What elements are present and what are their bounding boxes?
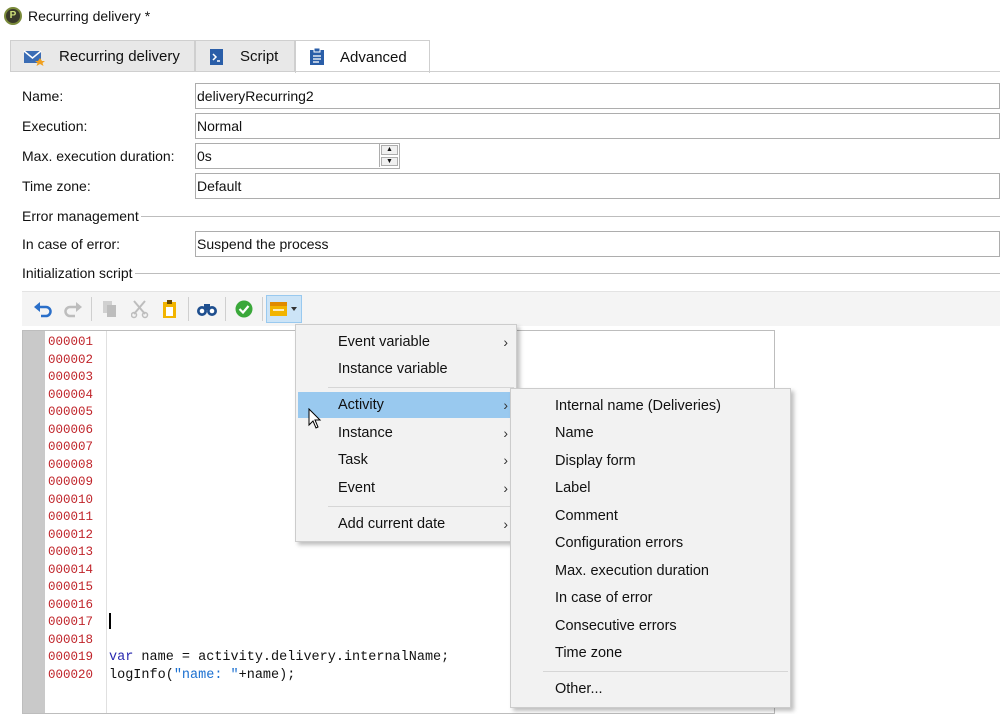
editor-margin [23, 331, 45, 713]
script-toolbar [22, 291, 1000, 326]
timezone-field[interactable]: Default [195, 173, 1000, 199]
cut-icon[interactable] [125, 295, 155, 323]
title-bar: P Recurring delivery * [0, 0, 1000, 31]
spin-down-icon[interactable]: ▼ [381, 156, 398, 166]
submenu-label[interactable]: Label [513, 475, 788, 501]
tab-divider [10, 71, 1000, 72]
tab-script[interactable]: Script [195, 40, 295, 72]
window-title: Recurring delivery * [28, 7, 151, 24]
menu-item-instance[interactable]: Instance › [298, 420, 514, 446]
menu-item-activity[interactable]: Activity › [298, 392, 514, 418]
menu-item-instance-variable[interactable]: Instance variable [298, 356, 514, 382]
editor-side-panel [775, 330, 1000, 714]
submenu-max-duration[interactable]: Max. execution duration [513, 558, 788, 584]
execution-field[interactable]: Normal [195, 113, 1000, 139]
line-numbers: 000001 000002 000003 000004 000005 00000… [48, 335, 94, 682]
submenu-in-case-of-error[interactable]: In case of error [513, 585, 788, 611]
app-logo-icon: P [4, 6, 22, 25]
menu-item-event[interactable]: Event › [298, 475, 514, 501]
error-label: In case of error: [22, 236, 121, 252]
name-field[interactable]: deliveryRecurring2 [195, 83, 1000, 109]
max-duration-label: Max. execution duration: [22, 148, 175, 164]
submenu-name[interactable]: Name [513, 420, 788, 446]
validate-icon[interactable] [229, 295, 259, 323]
error-field[interactable]: Suspend the process [195, 231, 1000, 257]
duration-spinner[interactable]: ▲ ▼ [379, 144, 399, 167]
error-management-section: Error management [22, 208, 1000, 224]
script-icon [210, 48, 223, 65]
text-caret [109, 613, 111, 629]
copy-icon[interactable] [95, 295, 125, 323]
undo-icon[interactable] [28, 295, 58, 323]
envelope-icon [23, 49, 45, 66]
spin-up-icon[interactable]: ▲ [381, 145, 398, 155]
menu-item-event-variable[interactable]: Event variable › [298, 329, 514, 355]
code-line-19: var name = activity.delivery.internalNam… [109, 650, 450, 665]
redo-icon[interactable] [58, 295, 88, 323]
insert-field-menu: Event variable › Instance variable Activi… [295, 324, 517, 542]
name-label: Name: [22, 88, 64, 104]
paste-icon[interactable] [155, 295, 185, 323]
tab-advanced[interactable]: Advanced [295, 40, 430, 73]
clipboard-icon [310, 48, 324, 65]
max-duration-field[interactable]: 0s ▲ ▼ [195, 143, 400, 169]
insert-field-icon[interactable] [266, 295, 302, 323]
execution-label: Execution: [22, 118, 88, 134]
code-line-20: logInfo("name: "+name); [109, 667, 296, 683]
submenu-config-errors[interactable]: Configuration errors [513, 530, 788, 556]
mouse-cursor-icon [308, 408, 322, 429]
find-icon[interactable] [192, 295, 222, 323]
submenu-consecutive-errors[interactable]: Consecutive errors [513, 613, 788, 639]
submenu-display-form[interactable]: Display form [513, 448, 788, 474]
submenu-time-zone[interactable]: Time zone [513, 640, 788, 666]
submenu-comment[interactable]: Comment [513, 503, 788, 529]
menu-item-task[interactable]: Task › [298, 447, 514, 473]
submenu-other[interactable]: Other... [513, 676, 788, 702]
submenu-internal-name[interactable]: Internal name (Deliveries) [513, 393, 788, 419]
tab-strip: Recurring delivery Script Advanced [10, 40, 430, 73]
activity-submenu: Internal name (Deliveries) Name Display … [510, 388, 791, 708]
max-duration-value: 0s [197, 148, 212, 164]
init-script-section: Initialization script [22, 265, 1000, 281]
menu-item-add-current-date[interactable]: Add current date › [298, 511, 514, 537]
timezone-label: Time zone: [22, 178, 91, 194]
tab-recurring-delivery[interactable]: Recurring delivery [10, 40, 195, 72]
